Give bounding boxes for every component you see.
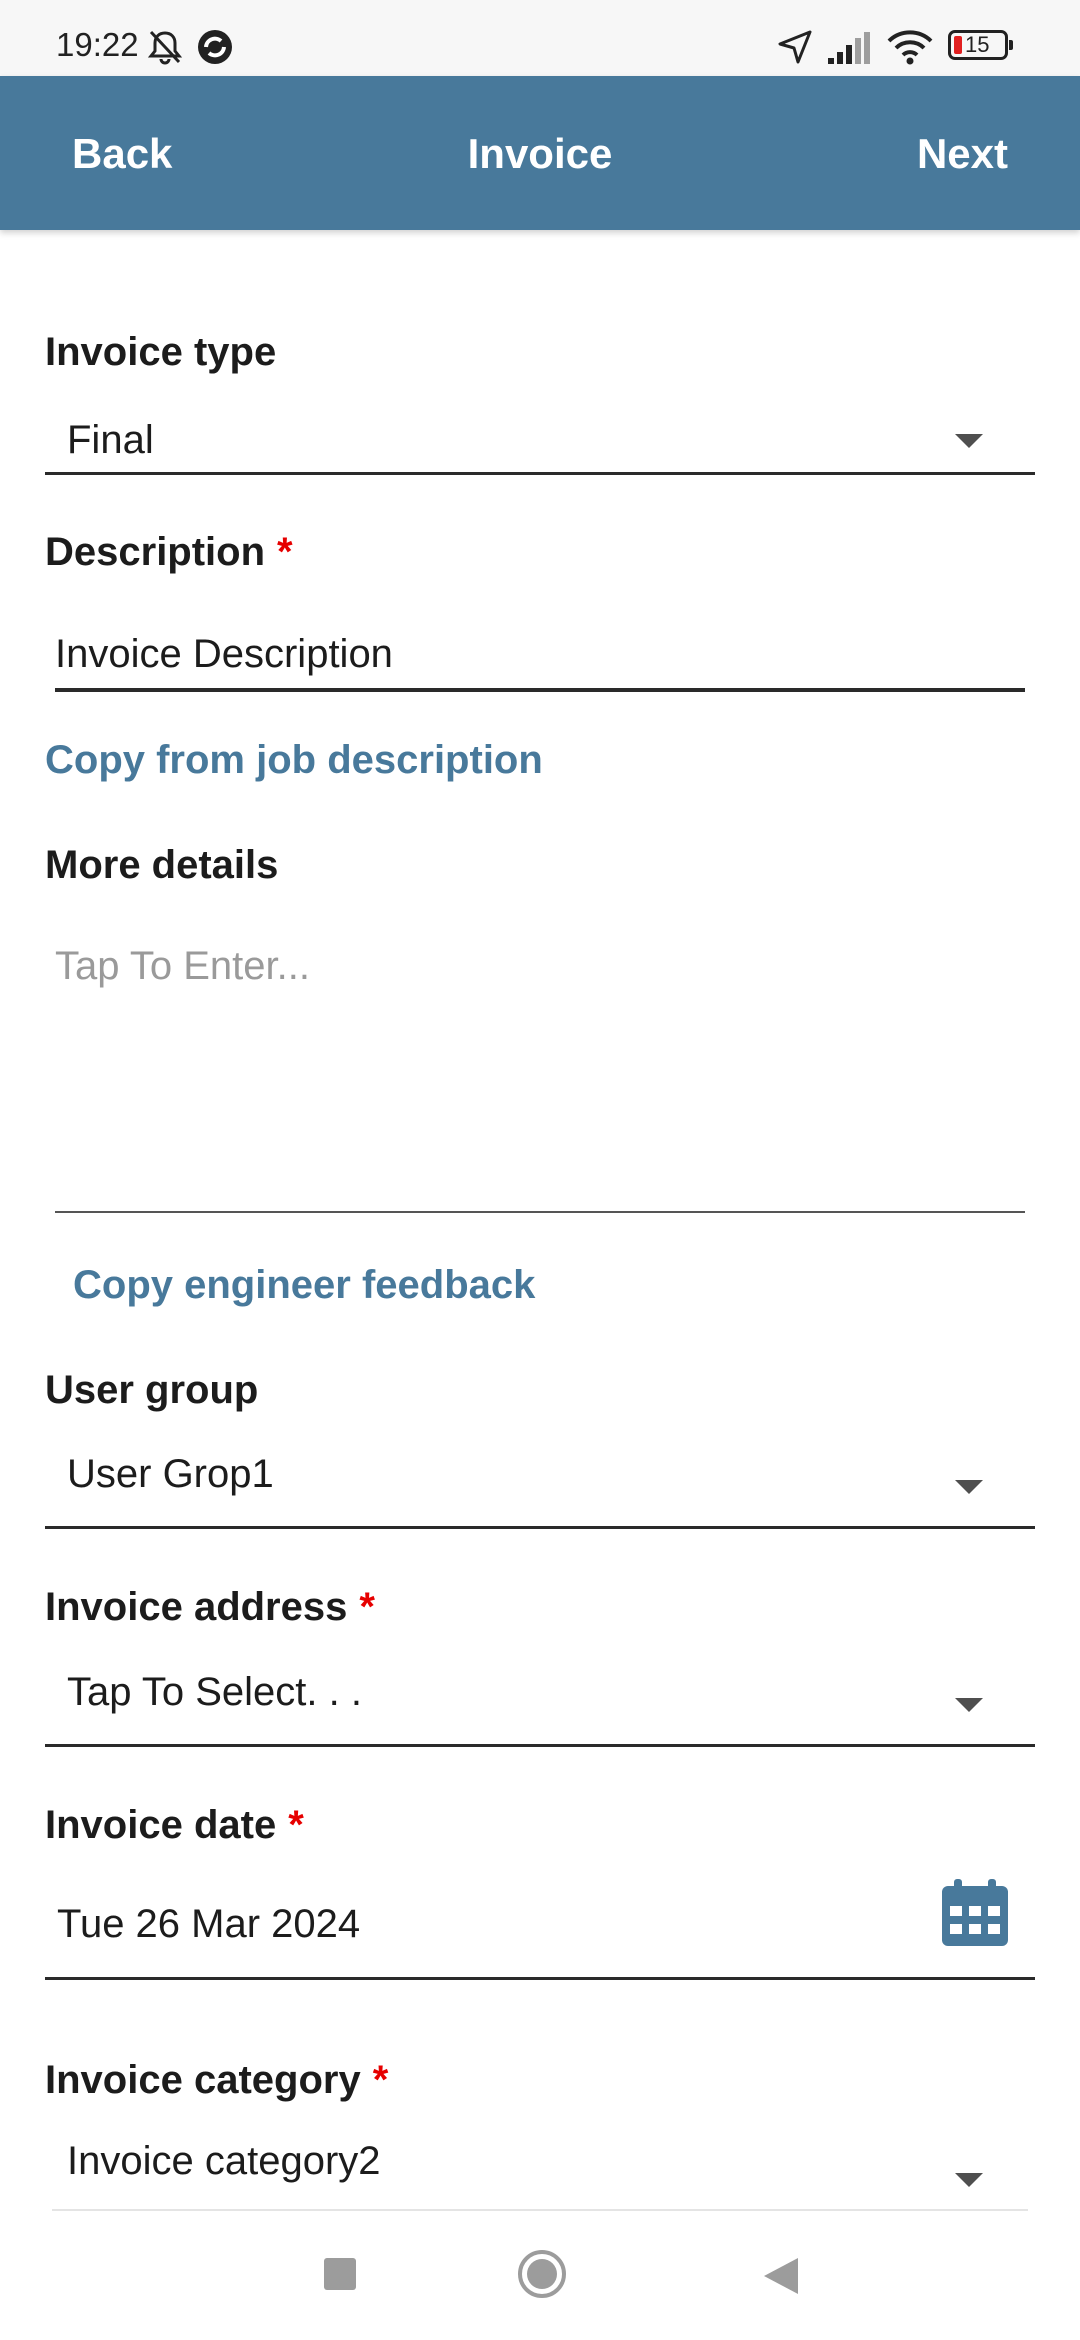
copy-engineer-feedback-link[interactable]: Copy engineer feedback: [73, 1263, 535, 1308]
copy-job-description-link[interactable]: Copy from job description: [45, 738, 543, 783]
home-circle-icon[interactable]: [516, 2248, 568, 2300]
more-details-underline: [55, 1211, 1025, 1213]
description-underline: [55, 688, 1025, 692]
invoice-type-select[interactable]: Final: [45, 400, 1035, 475]
invoice-category-value: Invoice category2: [67, 2139, 381, 2183]
chevron-down-icon: [955, 1480, 983, 1494]
invoice-address-select[interactable]: Tap To Select. . .: [45, 1658, 1035, 1744]
more-details-textarea[interactable]: Tap To Enter...: [55, 930, 1025, 1210]
status-time: 19:22: [56, 26, 139, 63]
invoice-type-label: Invoice type: [45, 330, 277, 374]
invoice-category-label: Invoice category *: [45, 2058, 389, 2102]
invoice-type-value: Final: [67, 418, 154, 462]
wifi-icon: [887, 30, 933, 65]
chevron-down-icon: [955, 2173, 983, 2187]
battery-icon: 15: [948, 30, 1013, 60]
description-value: Invoice Description: [55, 632, 393, 676]
required-mark: *: [359, 1585, 375, 1629]
back-triangle-icon[interactable]: [762, 2256, 800, 2296]
mute-icon: [147, 30, 183, 65]
more-details-placeholder: Tap To Enter...: [55, 944, 310, 988]
user-group-label: User group: [45, 1368, 259, 1412]
invoice-address-underline: [45, 1744, 1035, 1747]
invoice-date-value: Tue 26 Mar 2024: [57, 1902, 361, 1946]
invoice-date-underline: [45, 1977, 1035, 1980]
more-details-label: More details: [45, 843, 279, 887]
invoice-date-field[interactable]: Tue 26 Mar 2024: [45, 1880, 925, 1978]
invoice-date-label: Invoice date *: [45, 1803, 304, 1847]
invoice-address-label: Invoice address *: [45, 1585, 375, 1629]
recents-square-icon[interactable]: [324, 2258, 356, 2290]
description-label: Description *: [45, 530, 293, 574]
battery-level: 15: [965, 32, 990, 57]
calendar-icon[interactable]: [940, 1878, 1010, 1948]
chevron-down-icon: [955, 1698, 983, 1712]
required-mark: *: [288, 1803, 304, 1847]
invoice-category-underline: [52, 2209, 1028, 2211]
invoice-category-select[interactable]: Invoice category2: [45, 2135, 1035, 2215]
user-group-select[interactable]: User Grop1: [45, 1440, 1035, 1526]
required-mark: *: [372, 2058, 389, 2102]
user-group-underline: [45, 1526, 1035, 1529]
signal-icon: [828, 32, 870, 64]
app-header: Back Invoice Next: [0, 76, 1080, 230]
invoice-address-placeholder: Tap To Select. . .: [67, 1670, 362, 1714]
location-arrow-icon: [778, 30, 812, 64]
chevron-down-icon: [955, 434, 983, 448]
next-button[interactable]: Next: [917, 130, 1008, 178]
app-sync-icon: [198, 30, 232, 64]
description-field[interactable]: Invoice Description: [55, 620, 1025, 690]
status-bar: 19:22 15: [0, 0, 1080, 76]
user-group-value: User Grop1: [67, 1452, 274, 1496]
invoice-type-underline: [45, 472, 1035, 475]
required-mark: *: [277, 530, 293, 574]
